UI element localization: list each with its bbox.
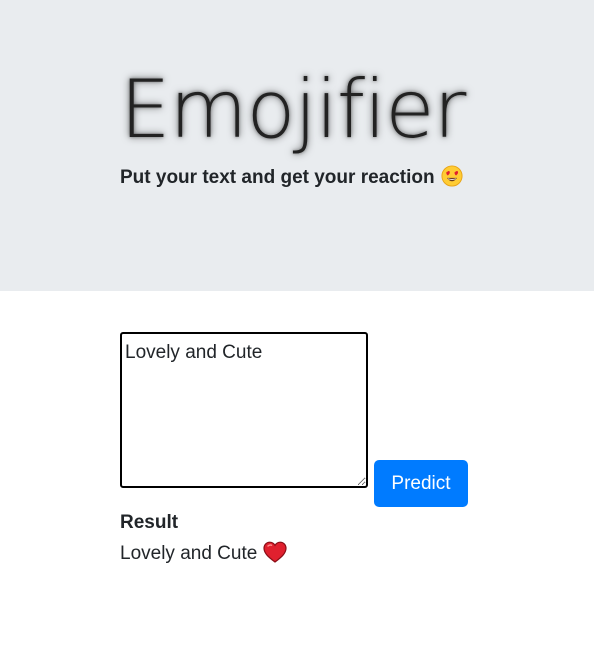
result-output: Lovely and Cute — [120, 541, 287, 566]
subtitle: Put your text and get your reaction — [120, 165, 463, 191]
subtitle-text: Put your text and get your reaction — [120, 167, 435, 188]
header-jumbotron: Emojifier Put your text and get your rea… — [0, 0, 594, 291]
result-label: Result — [120, 512, 179, 533]
result-text: Lovely and Cute — [120, 543, 258, 564]
predict-button[interactable]: Predict — [374, 460, 468, 507]
app-title: Emojifier — [120, 63, 466, 156]
text-input[interactable]: Lovely and Cute — [120, 332, 368, 488]
red-heart-emoji-icon — [263, 541, 287, 563]
heart-eyes-emoji-icon — [441, 165, 463, 187]
